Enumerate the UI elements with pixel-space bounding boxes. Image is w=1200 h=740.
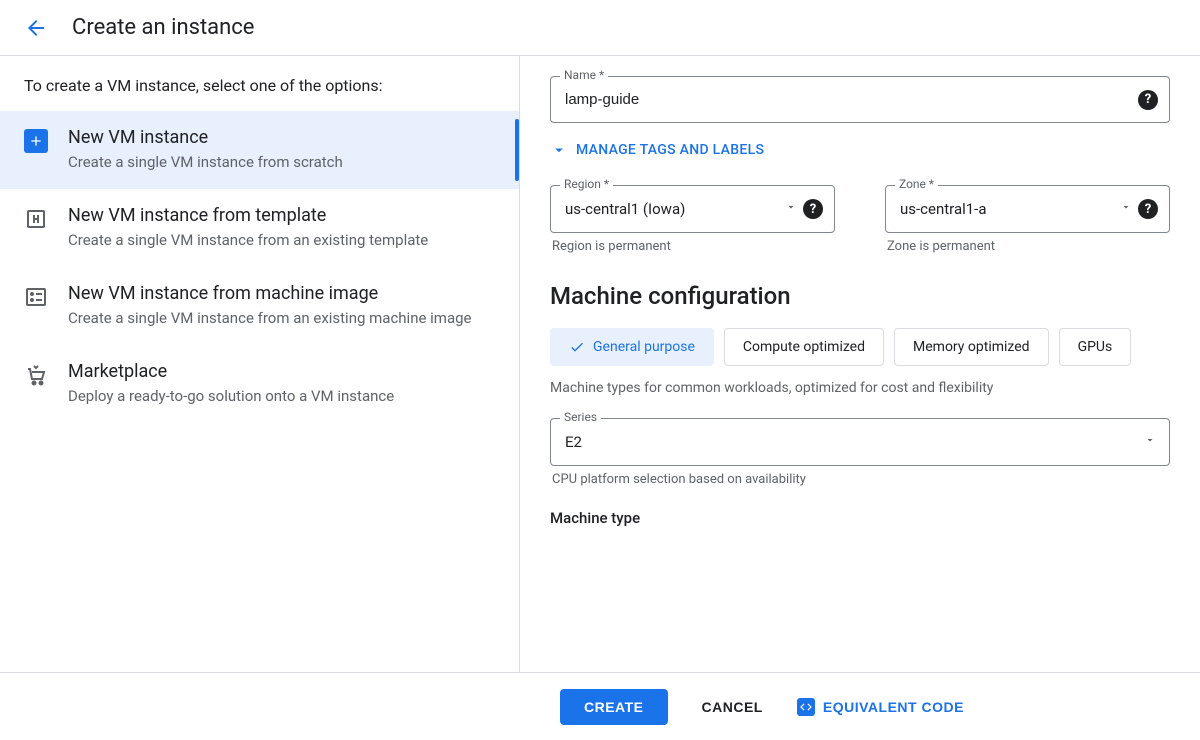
- series-helper: CPU platform selection based on availabi…: [550, 472, 1170, 487]
- option-desc: Create a single VM instance from an exis…: [68, 308, 472, 329]
- zone-label: Zone *: [895, 177, 938, 191]
- manage-tags-toggle[interactable]: MANAGE TAGS AND LABELS: [550, 141, 1170, 159]
- option-new-vm[interactable]: New VM instance Create a single VM insta…: [0, 111, 519, 189]
- back-button[interactable]: [24, 16, 48, 40]
- tab-description: Machine types for common workloads, opti…: [550, 380, 1170, 396]
- help-icon[interactable]: ?: [1138, 199, 1158, 219]
- help-icon[interactable]: ?: [1138, 90, 1158, 110]
- template-icon: [24, 207, 48, 231]
- machine-image-icon: [24, 285, 48, 309]
- name-label: Name *: [560, 68, 608, 82]
- page-title: Create an instance: [72, 15, 254, 40]
- content-area: To create a VM instance, select one of t…: [0, 56, 1200, 672]
- help-icon[interactable]: ?: [803, 199, 823, 219]
- tab-memory-optimized[interactable]: Memory optimized: [894, 328, 1049, 366]
- zone-field: Zone * us-central1-a ?: [885, 185, 1170, 233]
- option-title: New VM instance: [68, 127, 343, 148]
- option-title: New VM instance from machine image: [68, 283, 472, 304]
- machine-family-tabs: General purpose Compute optimized Memory…: [550, 328, 1170, 366]
- plus-icon: [24, 129, 48, 153]
- page-header: Create an instance: [0, 0, 1200, 56]
- machine-config-heading: Machine configuration: [550, 282, 1170, 310]
- chevron-down-icon: [1144, 434, 1156, 450]
- option-desc: Create a single VM instance from an exis…: [68, 230, 428, 251]
- equivalent-code-button[interactable]: EQUIVALENT CODE: [797, 698, 964, 716]
- option-from-template[interactable]: New VM instance from template Create a s…: [0, 189, 519, 267]
- chevron-down-icon: [550, 141, 568, 159]
- check-icon: [569, 339, 585, 355]
- region-field: Region * us-central1 (Iowa) ?: [550, 185, 835, 233]
- region-label: Region *: [560, 177, 613, 191]
- option-from-machine-image[interactable]: New VM instance from machine image Creat…: [0, 267, 519, 345]
- form-panel: Name * ? MANAGE TAGS AND LABELS Region *…: [520, 56, 1200, 672]
- chevron-down-icon: [785, 201, 797, 217]
- option-desc: Create a single VM instance from scratch: [68, 152, 343, 173]
- arrow-left-icon: [24, 16, 48, 40]
- machine-type-label: Machine type: [550, 509, 1170, 527]
- series-select[interactable]: E2: [550, 418, 1170, 466]
- code-icon: [797, 698, 815, 716]
- cart-icon: [24, 363, 48, 387]
- option-title: New VM instance from template: [68, 205, 428, 226]
- region-helper: Region is permanent: [550, 239, 835, 254]
- name-input[interactable]: [550, 76, 1170, 123]
- tab-compute-optimized[interactable]: Compute optimized: [724, 328, 884, 366]
- tab-gpus[interactable]: GPUs: [1059, 328, 1132, 366]
- option-list: New VM instance Create a single VM insta…: [0, 111, 519, 423]
- footer-actions: CREATE CANCEL EQUIVALENT CODE: [0, 672, 1200, 740]
- tab-general-purpose[interactable]: General purpose: [550, 328, 714, 366]
- name-field-wrap: Name * ?: [550, 76, 1170, 123]
- chevron-down-icon: [1120, 201, 1132, 217]
- options-panel: To create a VM instance, select one of t…: [0, 56, 520, 672]
- zone-helper: Zone is permanent: [885, 239, 1170, 254]
- series-label: Series: [560, 410, 601, 424]
- manage-tags-label: MANAGE TAGS AND LABELS: [576, 142, 764, 158]
- option-desc: Deploy a ready-to-go solution onto a VM …: [68, 386, 394, 407]
- option-marketplace[interactable]: Marketplace Deploy a ready-to-go solutio…: [0, 345, 519, 423]
- series-field: Series E2: [550, 418, 1170, 466]
- create-button[interactable]: CREATE: [560, 689, 668, 725]
- cancel-button[interactable]: CANCEL: [702, 699, 763, 715]
- option-title: Marketplace: [68, 361, 394, 382]
- intro-text: To create a VM instance, select one of t…: [0, 76, 519, 111]
